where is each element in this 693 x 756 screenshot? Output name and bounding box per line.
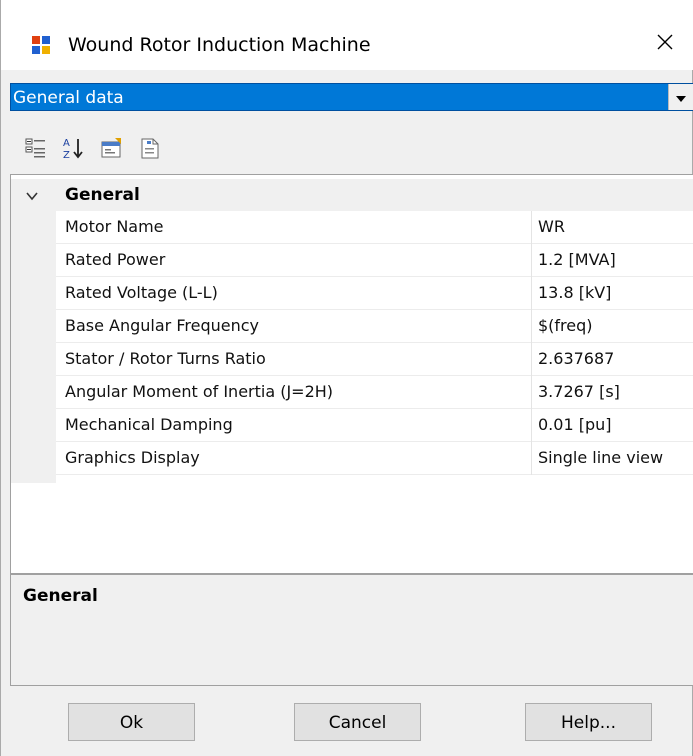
property-name: Rated Power: [65, 250, 166, 269]
property-row[interactable]: Rated Voltage (L-L) 13.8 [kV]: [56, 277, 693, 310]
svg-text:A: A: [63, 138, 70, 149]
app-window-icon: [32, 36, 50, 54]
property-row[interactable]: Base Angular Frequency $(freq): [56, 310, 693, 343]
section-dropdown[interactable]: General data: [10, 83, 693, 111]
grid-gutter: [11, 211, 56, 483]
column-divider: [531, 244, 532, 277]
property-name: Motor Name: [65, 217, 164, 236]
description-title: General: [23, 586, 98, 606]
property-value[interactable]: 2.637687: [538, 349, 614, 369]
dialog-window: Wound Rotor Induction Machine General da…: [0, 0, 693, 756]
property-row[interactable]: Angular Moment of Inertia (J=2H) 3.7267 …: [56, 376, 693, 409]
property-value[interactable]: 1.2 [MVA]: [538, 250, 616, 270]
property-value[interactable]: 0.01 [pu]: [538, 415, 612, 435]
property-name: Angular Moment of Inertia (J=2H): [65, 382, 334, 401]
categorized-icon[interactable]: [24, 136, 48, 160]
column-divider: [531, 442, 532, 475]
toolbar: A Z: [10, 122, 693, 172]
column-divider: [531, 277, 532, 310]
close-icon: [656, 33, 674, 55]
property-row[interactable]: Motor Name WR: [56, 211, 693, 244]
property-row[interactable]: Stator / Rotor Turns Ratio 2.637687: [56, 343, 693, 376]
help-button[interactable]: Help...: [525, 703, 652, 741]
chevron-down-icon: [675, 88, 687, 107]
cancel-button[interactable]: Cancel: [294, 703, 421, 741]
property-name: Stator / Rotor Turns Ratio: [65, 349, 266, 368]
document-icon[interactable]: [138, 136, 162, 160]
column-divider: [531, 376, 532, 409]
property-row[interactable]: Mechanical Damping 0.01 [pu]: [56, 409, 693, 442]
property-value[interactable]: $(freq): [538, 316, 593, 336]
property-grid[interactable]: General Motor Name WR Rated Power 1.2 [M…: [10, 174, 693, 574]
property-name: Graphics Display: [65, 448, 200, 467]
dropdown-arrow-button[interactable]: [668, 84, 693, 110]
property-value[interactable]: 3.7267 [s]: [538, 382, 620, 402]
property-name: Base Angular Frequency: [65, 316, 259, 335]
property-row[interactable]: Graphics Display Single line view: [56, 442, 693, 475]
svg-text:Z: Z: [63, 150, 70, 160]
property-value[interactable]: Single line view: [538, 448, 663, 468]
description-panel: General: [10, 574, 693, 686]
column-divider: [531, 211, 532, 244]
close-button[interactable]: [641, 22, 689, 66]
property-pages-icon[interactable]: [100, 136, 124, 160]
column-divider: [531, 310, 532, 343]
property-value[interactable]: 13.8 [kV]: [538, 283, 611, 303]
property-value[interactable]: WR: [538, 217, 565, 237]
section-dropdown-value: General data: [13, 88, 124, 108]
chevron-down-icon[interactable]: [25, 188, 39, 202]
category-row-general[interactable]: General: [11, 179, 693, 211]
column-divider: [531, 409, 532, 442]
column-divider: [531, 343, 532, 376]
title-bar[interactable]: Wound Rotor Induction Machine: [1, 0, 693, 70]
window-title: Wound Rotor Induction Machine: [68, 34, 371, 56]
property-name: Mechanical Damping: [65, 415, 233, 434]
category-label: General: [65, 185, 140, 205]
ok-button[interactable]: Ok: [68, 703, 195, 741]
property-row[interactable]: Rated Power 1.2 [MVA]: [56, 244, 693, 277]
sort-alpha-icon[interactable]: A Z: [62, 136, 86, 161]
property-name: Rated Voltage (L-L): [65, 283, 218, 302]
